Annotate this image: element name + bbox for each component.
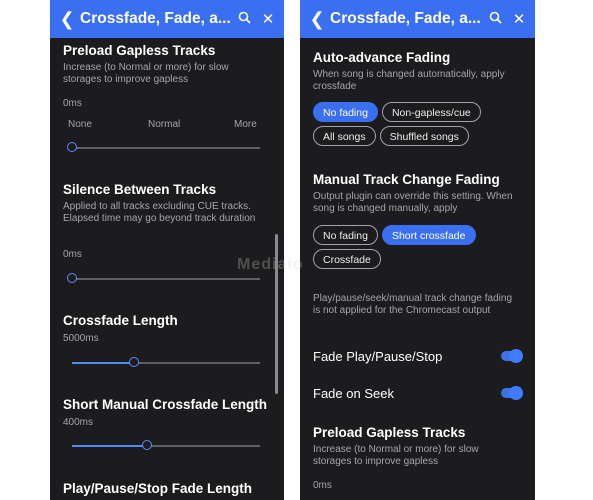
short-crossfade-value: 400ms [63, 417, 94, 428]
auto-advance-title: Auto-advance Fading [313, 50, 451, 65]
short-crossfade-title: Short Manual Crossfade Length [63, 397, 268, 412]
manual-change-title: Manual Track Change Fading [313, 172, 500, 187]
preload-title: Preload Gapless Tracks [313, 425, 466, 440]
chip-short-crossfade[interactable]: Short crossfade [381, 225, 476, 245]
page-title: Crossfade, Fade, a... [80, 10, 231, 27]
search-icon[interactable] [232, 11, 256, 27]
back-arrow-icon[interactable]: ❮ [304, 9, 330, 30]
fade-pps-label: Fade Play/Pause/Stop [313, 349, 443, 364]
chip-shuffled-songs[interactable]: Shuffled songs [379, 126, 469, 146]
preload-description: Increase (to Normal or more) for slow st… [63, 62, 229, 85]
top-app-bar: ❮ Crossfade, Fade, a... ✕ [300, 0, 535, 38]
fade-seek-label: Fade on Seek [313, 386, 394, 401]
top-app-bar: ❮ Crossfade, Fade, a... ✕ [50, 0, 284, 38]
watermark: Mediaio [237, 256, 304, 273]
preload-description: Increase (to Normal or more) for slow st… [313, 444, 479, 467]
short-crossfade-slider-thumb[interactable] [142, 440, 152, 450]
auto-advance-options: No fading Non-gapless/cue All songs Shuf… [313, 102, 523, 146]
toggle-knob [509, 386, 523, 400]
chip-no-fading[interactable]: No fading [313, 102, 378, 122]
scale-label-more: More [234, 119, 257, 130]
preload-slider-thumb[interactable] [67, 142, 77, 152]
preload-title: Preload Gapless Tracks [63, 43, 216, 58]
page-title: Crossfade, Fade, a... [330, 10, 481, 27]
silence-title: Silence Between Tracks [63, 182, 217, 197]
silence-value: 0ms [63, 249, 82, 260]
scale-label-none: None [68, 119, 92, 130]
toggle-knob [509, 349, 523, 363]
manual-change-options: No fading Short crossfade Crossfade [313, 225, 523, 269]
chip-all-songs[interactable]: All songs [313, 126, 376, 146]
pause-fade-title: Play/Pause/Stop Fade Length [63, 481, 253, 496]
scale-label-normal: Normal [148, 119, 181, 130]
chip-no-fading[interactable]: No fading [313, 225, 378, 245]
silence-description: Applied to all tracks excluding CUE trac… [63, 201, 256, 224]
fade-seek-toggle[interactable] [501, 386, 523, 400]
auto-advance-description: When song is changed automatically, appl… [313, 69, 505, 92]
close-icon[interactable]: ✕ [256, 10, 280, 28]
short-crossfade-slider[interactable] [72, 440, 260, 450]
fade-pps-toggle[interactable] [501, 349, 523, 363]
crossfade-slider-fill [72, 362, 134, 364]
crossfade-title: Crossfade Length [63, 313, 178, 328]
preload-slider[interactable] [67, 142, 260, 152]
close-icon[interactable]: ✕ [507, 10, 531, 28]
search-icon[interactable] [483, 11, 507, 27]
chip-non-gapless-cue[interactable]: Non-gapless/cue [381, 102, 481, 122]
crossfade-slider-thumb[interactable] [129, 357, 139, 367]
chromecast-note: Play/pause/seek/manual track change fadi… [313, 293, 513, 316]
left-screen: ❮ Crossfade, Fade, a... ✕ Preload Gaples… [50, 0, 284, 500]
silence-slider-thumb[interactable] [67, 273, 77, 283]
manual-change-description: Output plugin can override this setting.… [313, 191, 513, 214]
back-arrow-icon[interactable]: ❮ [54, 9, 80, 30]
short-crossfade-slider-fill [72, 445, 147, 447]
crossfade-value: 5000ms [63, 333, 99, 344]
crossfade-slider[interactable] [72, 357, 260, 367]
preload-value: 0ms [63, 98, 82, 109]
chip-crossfade[interactable]: Crossfade [313, 249, 381, 269]
silence-slider[interactable] [67, 273, 260, 283]
right-screen: ❮ Crossfade, Fade, a... ✕ Auto-advance F… [300, 0, 535, 500]
preload-value: 0ms [313, 480, 332, 491]
